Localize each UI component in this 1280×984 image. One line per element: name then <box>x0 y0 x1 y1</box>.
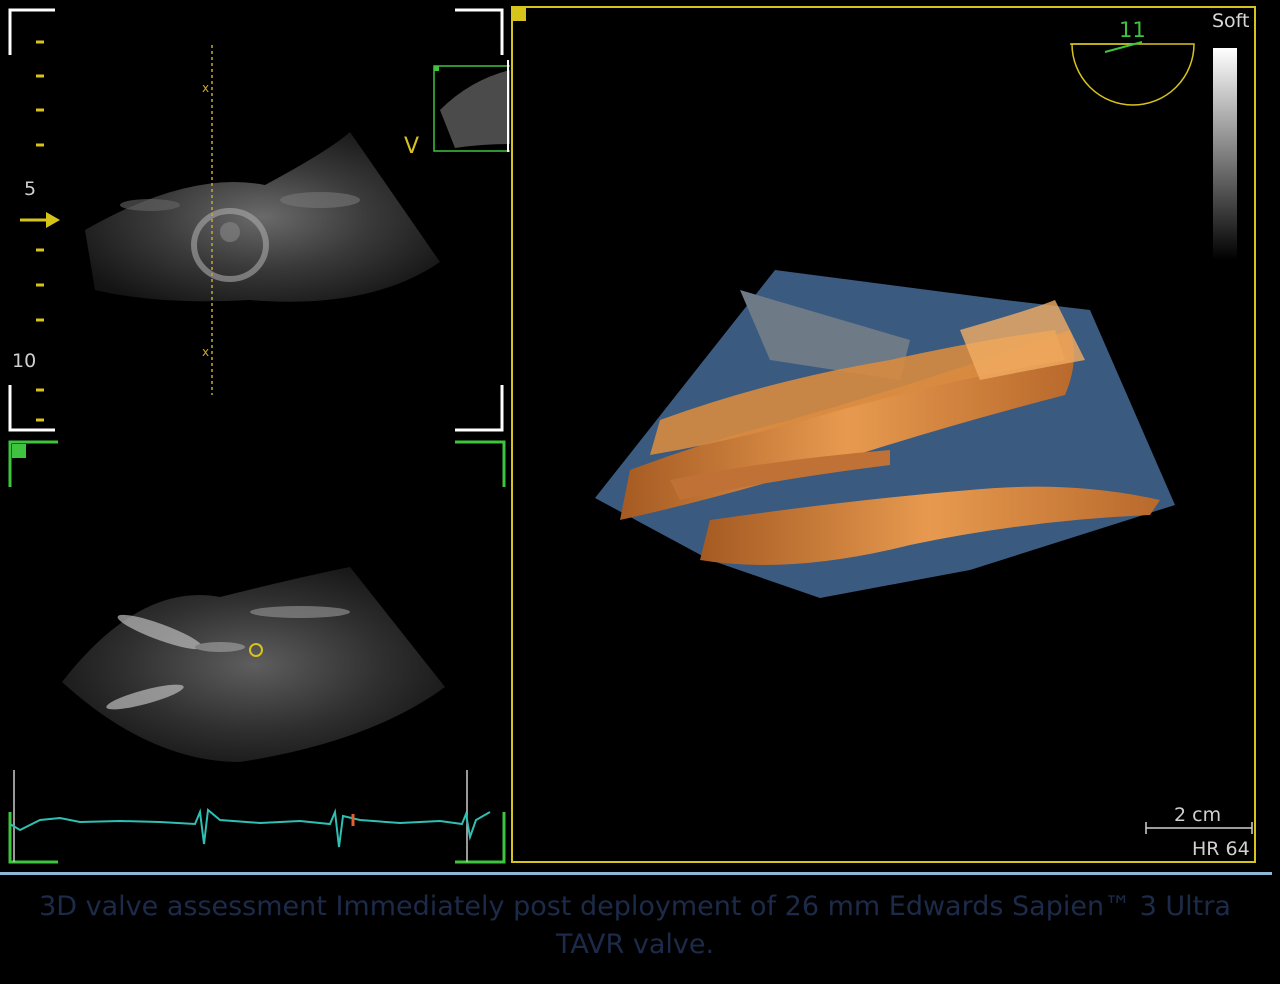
left-upper-2d-view: x x 5 10 V <box>0 0 510 432</box>
frame-corners-ecg <box>8 812 506 864</box>
focus-arrow-icon <box>20 212 60 228</box>
valve-3d-render <box>595 270 1175 598</box>
frame-corners-bottom <box>8 440 506 487</box>
ultrasound-sector-bottom <box>62 567 445 762</box>
ecg-trace <box>9 808 491 848</box>
view-marker: V <box>404 134 420 159</box>
rotation-angle-label: 11 <box>1119 18 1146 42</box>
depth-ruler <box>36 40 44 422</box>
scale-label: 2 cm <box>1174 804 1222 826</box>
svg-text:x: x <box>202 345 209 359</box>
render-preset-label: Soft <box>1212 10 1250 32</box>
depth-label-5: 5 <box>24 178 37 200</box>
heart-rate-label: HR 64 <box>1192 838 1250 860</box>
depth-label-10: 10 <box>12 350 37 372</box>
grayscale-map <box>1213 48 1237 260</box>
ultrasound-sector-top <box>85 132 440 302</box>
caption-divider <box>0 872 1272 875</box>
left-lower-2d-view <box>0 432 510 872</box>
figure-caption: 3D valve assessment Immediately post dep… <box>39 891 1231 960</box>
svg-text:x: x <box>202 81 209 95</box>
orientation-dial-icon <box>1070 41 1195 106</box>
caption-bar: 3D valve assessment Immediately post dep… <box>0 872 1280 984</box>
volume-render-3d-view: Soft 11 2 cm HR 64 <box>510 0 1280 864</box>
